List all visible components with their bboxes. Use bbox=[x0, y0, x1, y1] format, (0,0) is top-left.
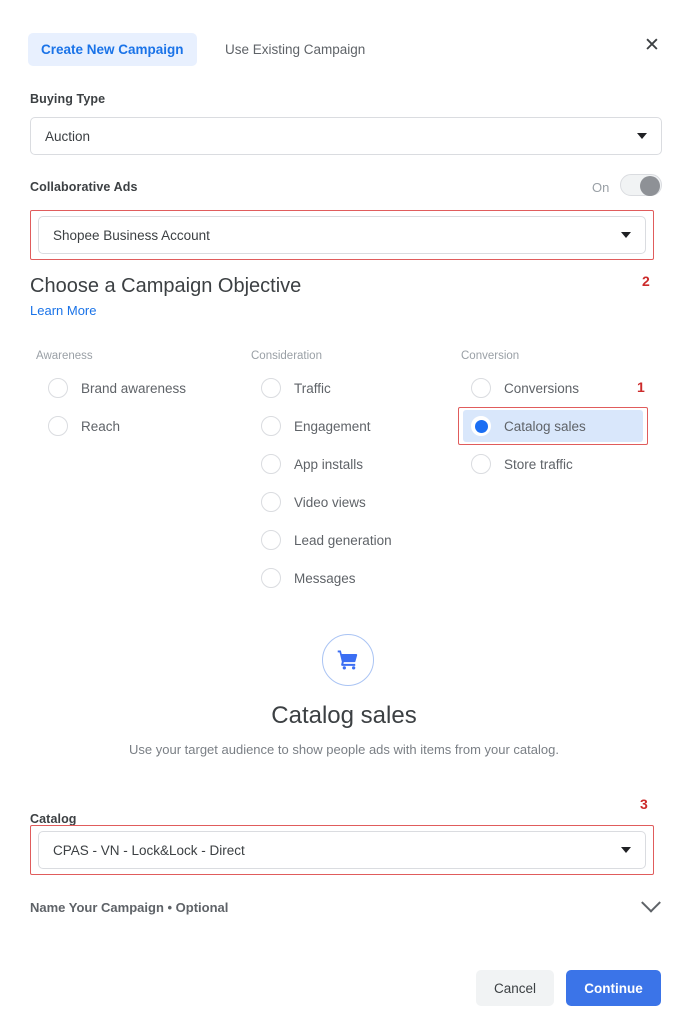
objective-option-label: Catalog sales bbox=[504, 418, 586, 434]
column-heading-consideration: Consideration bbox=[251, 350, 322, 362]
objective-option-reach[interactable]: Reach bbox=[40, 410, 120, 442]
column-heading-conversion: Conversion bbox=[461, 350, 520, 362]
radio-icon bbox=[48, 378, 68, 398]
objective-option-traffic[interactable]: Traffic bbox=[253, 372, 331, 404]
objective-option-engagement[interactable]: Engagement bbox=[253, 410, 371, 442]
chevron-down-icon bbox=[621, 232, 631, 238]
collaborative-ads-account-value: Shopee Business Account bbox=[53, 227, 210, 243]
tab-use-existing-campaign-label: Use Existing Campaign bbox=[225, 42, 366, 57]
dialog-header: Create New Campaign Use Existing Campaig… bbox=[0, 0, 688, 78]
chevron-down-icon bbox=[621, 847, 631, 853]
radio-icon bbox=[261, 454, 281, 474]
name-your-campaign-accordion[interactable]: Name Your Campaign • Optional bbox=[30, 890, 661, 924]
objective-option-label: Traffic bbox=[294, 380, 331, 396]
buying-type-select[interactable]: Auction bbox=[30, 117, 662, 155]
objective-option-label: Reach bbox=[81, 418, 121, 434]
page-title: Choose a Campaign Objective bbox=[30, 275, 302, 297]
radio-icon bbox=[471, 454, 491, 474]
continue-button[interactable]: Continue bbox=[566, 970, 661, 1006]
tab-create-new-campaign-label: Create New Campaign bbox=[41, 42, 184, 57]
objective-option-lead-generation[interactable]: Lead generation bbox=[253, 524, 392, 556]
objective-option-catalog-sales[interactable]: Catalog sales bbox=[463, 410, 643, 442]
objective-option-label: Store traffic bbox=[504, 456, 573, 472]
catalog-select[interactable]: CPAS - VN - Lock&Lock - Direct bbox=[38, 831, 646, 869]
tab-create-new-campaign[interactable]: Create New Campaign bbox=[28, 33, 197, 66]
buying-type-value: Auction bbox=[45, 128, 91, 144]
collaborative-ads-toggle[interactable] bbox=[620, 174, 662, 196]
objective-option-label: Messages bbox=[294, 570, 356, 586]
radio-icon bbox=[471, 378, 491, 398]
radio-icon bbox=[261, 378, 281, 398]
objective-option-brand-awareness[interactable]: Brand awareness bbox=[40, 372, 186, 404]
radio-icon bbox=[261, 568, 281, 588]
learn-more-link[interactable]: Learn More bbox=[30, 303, 96, 318]
close-icon[interactable]: ✕ bbox=[640, 33, 664, 57]
objective-option-store-traffic[interactable]: Store traffic bbox=[463, 448, 573, 480]
catalog-label: Catalog bbox=[30, 812, 77, 826]
shopping-cart-icon bbox=[322, 634, 374, 686]
objective-option-label: Brand awareness bbox=[81, 380, 187, 396]
radio-icon bbox=[261, 416, 281, 436]
annotation-1: 1 bbox=[637, 379, 645, 395]
campaign-creation-dialog: Create New Campaign Use Existing Campaig… bbox=[0, 0, 688, 1024]
collaborative-ads-account-select[interactable]: Shopee Business Account bbox=[38, 216, 646, 254]
cancel-button-label: Cancel bbox=[493, 980, 537, 996]
radio-icon bbox=[261, 492, 281, 512]
objective-option-messages[interactable]: Messages bbox=[253, 562, 356, 594]
radio-icon-selected bbox=[471, 416, 491, 436]
objective-option-label: Lead generation bbox=[294, 532, 392, 548]
objective-option-label: Conversions bbox=[504, 380, 580, 396]
objective-option-conversions[interactable]: Conversions bbox=[463, 372, 579, 404]
hero-title: Catalog sales bbox=[271, 702, 417, 729]
objective-option-label: Video views bbox=[294, 494, 366, 510]
name-your-campaign-label: Name Your Campaign • Optional bbox=[30, 899, 229, 915]
collaborative-ads-label: Collaborative Ads bbox=[30, 180, 138, 194]
annotation-2: 2 bbox=[642, 273, 650, 289]
buying-type-label: Buying Type bbox=[30, 92, 106, 106]
tab-use-existing-campaign[interactable]: Use Existing Campaign bbox=[212, 33, 378, 66]
toggle-knob bbox=[640, 176, 660, 196]
radio-icon bbox=[261, 530, 281, 550]
column-heading-awareness: Awareness bbox=[36, 350, 93, 362]
collaborative-ads-toggle-state: On bbox=[592, 180, 610, 195]
cancel-button[interactable]: Cancel bbox=[476, 970, 554, 1006]
objective-option-label: Engagement bbox=[294, 418, 371, 434]
radio-icon bbox=[48, 416, 68, 436]
chevron-down-icon bbox=[637, 133, 647, 139]
hero-description: Use your target audience to show people … bbox=[129, 742, 559, 757]
catalog-value: CPAS - VN - Lock&Lock - Direct bbox=[53, 842, 245, 858]
objective-option-label: App installs bbox=[294, 456, 364, 472]
annotation-3: 3 bbox=[640, 796, 648, 812]
objective-option-app-installs[interactable]: App installs bbox=[253, 448, 363, 480]
objective-option-video-views[interactable]: Video views bbox=[253, 486, 366, 518]
continue-button-label: Continue bbox=[584, 980, 643, 996]
chevron-down-icon bbox=[641, 892, 661, 913]
learn-more-label: Learn More bbox=[30, 303, 97, 318]
